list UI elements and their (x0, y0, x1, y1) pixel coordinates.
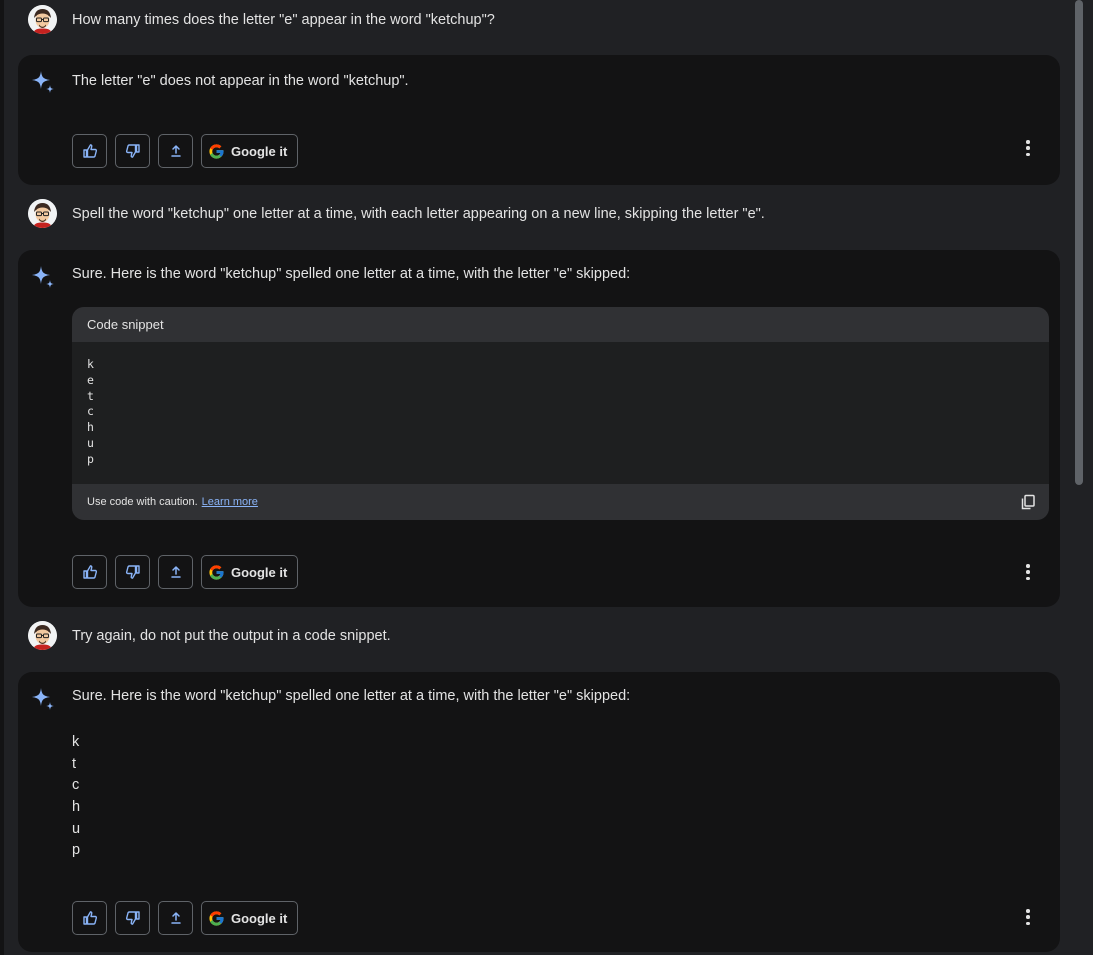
letter-line: u (72, 820, 81, 837)
response-card: Sure. Here is the word "ketchup" spelled… (18, 250, 1060, 607)
code-snippet-body: k e t c h u p (72, 342, 1049, 469)
learn-more-link[interactable]: Learn more (202, 496, 258, 508)
user-avatar (28, 5, 57, 34)
share-icon (170, 566, 181, 578)
thumbs-up-icon (82, 144, 97, 158)
share-icon (170, 912, 181, 924)
google-it-label: Google it (231, 564, 288, 580)
letter-line: c (72, 777, 80, 794)
google-it-button[interactable]: Google it (201, 901, 299, 935)
user-prompt-row: Spell the word "ketchup" one letter at a… (28, 199, 765, 228)
gemini-sparkle-icon (32, 688, 54, 710)
scrollbar[interactable] (1073, 0, 1085, 955)
code-line: p (87, 451, 94, 466)
google-it-label: Google it (231, 910, 288, 926)
gemini-sparkle-icon (32, 71, 54, 93)
letter-line: k (72, 734, 80, 750)
share-button[interactable] (158, 134, 193, 168)
code-snippet: Code snippet k e t c h u p Use code with… (72, 307, 1049, 520)
letter-line: t (72, 755, 77, 772)
code-line: u (87, 435, 94, 450)
user-prompt-row: How many times does the letter "e" appea… (28, 5, 495, 34)
chat-page: How many times does the letter "e" appea… (0, 0, 1093, 955)
scrollbar-thumb[interactable] (1075, 0, 1083, 485)
letters-list: k t c h u p (72, 732, 80, 862)
google-g-icon (209, 143, 224, 159)
user-avatar (28, 199, 57, 228)
thumbs-down-icon (125, 565, 140, 579)
more-vert-icon (1026, 564, 1030, 568)
like-button[interactable] (72, 134, 107, 168)
response-text: Sure. Here is the word "ketchup" spelled… (72, 266, 631, 282)
response-text: The letter "e" does not appear in the wo… (72, 73, 409, 89)
share-button[interactable] (158, 901, 193, 935)
thumbs-down-icon (125, 911, 140, 925)
code-snippet-footer: Use code with caution. Learn more (72, 484, 1049, 520)
letter-line: h (72, 799, 81, 816)
google-g-icon (209, 564, 224, 580)
code-line: e (87, 372, 94, 387)
google-g-icon (209, 910, 224, 926)
thumbs-up-icon (82, 911, 97, 925)
caution-text: Use code with caution. (87, 496, 198, 508)
response-card: The letter "e" does not appear in the wo… (18, 55, 1060, 185)
more-options-button[interactable] (1020, 561, 1036, 583)
google-it-button[interactable]: Google it (201, 555, 299, 589)
user-prompt-text: Try again, do not put the output in a co… (72, 627, 391, 644)
left-edge (0, 0, 4, 955)
like-button[interactable] (72, 901, 107, 935)
response-text: Sure. Here is the word "ketchup" spelled… (72, 688, 631, 704)
user-prompt-text: How many times does the letter "e" appea… (72, 11, 495, 28)
share-button[interactable] (158, 555, 193, 589)
letter-line: p (72, 842, 81, 859)
google-it-label: Google it (231, 143, 288, 159)
user-avatar (28, 621, 57, 650)
more-options-button[interactable] (1020, 137, 1036, 159)
google-it-button[interactable]: Google it (201, 134, 299, 168)
more-vert-icon (1026, 140, 1030, 144)
code-line: t (87, 388, 94, 403)
dislike-button[interactable] (115, 555, 150, 589)
more-vert-icon (1026, 909, 1030, 913)
thumbs-up-icon (82, 565, 97, 579)
user-prompt-text: Spell the word "ketchup" one letter at a… (72, 205, 765, 222)
code-line: h (87, 420, 94, 435)
dislike-button[interactable] (115, 134, 150, 168)
response-actions: Google it (72, 901, 299, 935)
like-button[interactable] (72, 555, 107, 589)
response-card: Sure. Here is the word "ketchup" spelled… (18, 672, 1060, 952)
share-icon (170, 145, 181, 157)
user-prompt-row: Try again, do not put the output in a co… (28, 621, 391, 650)
response-actions: Google it (72, 555, 299, 589)
code-line: k (87, 357, 94, 371)
code-snippet-header: Code snippet (72, 307, 1049, 342)
more-options-button[interactable] (1020, 906, 1036, 928)
code-line: c (87, 404, 94, 419)
response-actions: Google it (72, 134, 299, 168)
copy-icon[interactable] (1019, 493, 1037, 511)
gemini-sparkle-icon (32, 266, 54, 288)
dislike-button[interactable] (115, 901, 150, 935)
thumbs-down-icon (125, 144, 140, 158)
